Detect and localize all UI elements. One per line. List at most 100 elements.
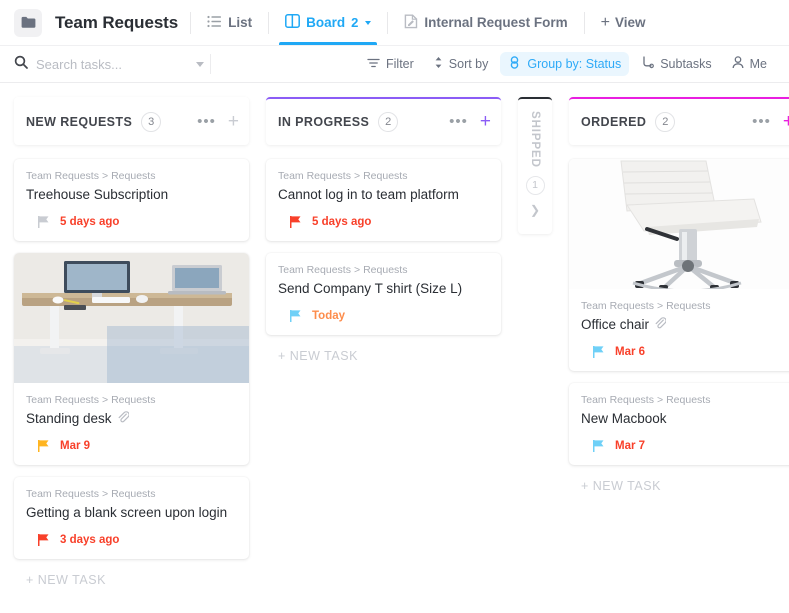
- due-date[interactable]: 5 days ago: [60, 216, 119, 228]
- column-count: 2: [655, 112, 676, 132]
- due-date[interactable]: Mar 7: [615, 440, 645, 452]
- new-task-button[interactable]: + NEW TASK: [266, 347, 501, 363]
- priority-flag-icon[interactable]: [38, 439, 49, 452]
- group-by-button[interactable]: Group by: Status: [500, 52, 630, 76]
- sort-by-label: Sort by: [448, 57, 489, 71]
- chevron-down-icon[interactable]: [365, 20, 372, 25]
- person-icon: [732, 56, 744, 72]
- divider: [268, 11, 270, 34]
- tab-internal-request-form[interactable]: Internal Request Form: [400, 0, 571, 45]
- column-actions: ••• +: [449, 112, 491, 131]
- task-title[interactable]: Treehouse Subscription: [26, 187, 237, 204]
- breadcrumb-separator: >: [353, 263, 361, 276]
- breadcrumb-leaf: Requests: [666, 393, 711, 406]
- column-ordered: ORDERED 2 ••• + Team Requests > Requests Office…: [569, 97, 789, 493]
- task-card[interactable]: Team Requests > Requests Treehouse Subscrip…: [14, 159, 249, 241]
- column-add-task-icon[interactable]: +: [228, 112, 239, 131]
- task-card-body: Team Requests > Requests Treehouse Subscrip…: [14, 159, 249, 241]
- list-icon: [207, 15, 222, 31]
- task-meta: 3 days ago: [26, 533, 237, 546]
- task-card-body: Team Requests > Requests Standing desk Mar 9: [14, 383, 249, 465]
- priority-flag-icon[interactable]: [593, 439, 604, 452]
- breadcrumb-separator: >: [101, 487, 109, 500]
- task-card-body: Team Requests > Requests New Macbook Mar 7: [569, 383, 789, 465]
- search-icon: [14, 55, 28, 74]
- task-title-text: Send Company T shirt (Size L): [278, 280, 463, 296]
- task-card-body: Team Requests > Requests Cannot log in to t…: [266, 159, 501, 241]
- priority-flag-icon[interactable]: [290, 309, 301, 322]
- task-card-body: Team Requests > Requests Getting a blank sc…: [14, 477, 249, 559]
- board-icon: [285, 14, 301, 31]
- task-meta: Today: [278, 309, 489, 322]
- subtasks-label: Subtasks: [660, 57, 712, 71]
- new-task-button[interactable]: + NEW TASK: [569, 477, 789, 493]
- priority-flag-icon[interactable]: [593, 345, 604, 358]
- priority-flag-icon[interactable]: [290, 215, 301, 228]
- task-title[interactable]: Send Company T shirt (Size L): [278, 281, 489, 298]
- due-date[interactable]: Mar 6: [615, 346, 645, 358]
- divider: [387, 11, 389, 34]
- subtasks-icon: [641, 56, 655, 72]
- column-more-icon[interactable]: •••: [752, 114, 771, 129]
- chevron-right-icon[interactable]: ❯: [530, 204, 540, 216]
- column-collapsed-shipped[interactable]: SHIPPED 1 ❯: [518, 97, 552, 234]
- column-more-icon[interactable]: •••: [449, 114, 468, 129]
- task-card[interactable]: Team Requests > Requests Cannot log in to t…: [266, 159, 501, 241]
- column-header[interactable]: ORDERED 2 ••• +: [569, 97, 789, 145]
- task-card[interactable]: Team Requests > Requests Send Company T shi…: [266, 252, 501, 335]
- task-card[interactable]: Team Requests > Requests Getting a blank sc…: [14, 476, 249, 559]
- priority-flag-icon[interactable]: [38, 215, 49, 228]
- due-date[interactable]: 3 days ago: [60, 534, 119, 546]
- new-task-button[interactable]: + NEW TASK: [14, 571, 249, 587]
- search-box[interactable]: [14, 55, 204, 74]
- breadcrumb-leaf: Requests: [666, 300, 711, 312]
- tab-list[interactable]: List: [203, 0, 256, 45]
- column-add-task-icon[interactable]: +: [783, 112, 789, 131]
- search-input[interactable]: [36, 56, 166, 72]
- column-title: NEW REQUESTS: [26, 115, 133, 129]
- task-title-text: Cannot log in to team platform: [278, 187, 459, 202]
- subtasks-button[interactable]: Subtasks: [633, 52, 719, 76]
- column-in-progress: IN PROGRESS 2 ••• + Team Requests > Requests Ca…: [266, 97, 501, 363]
- task-card[interactable]: Team Requests > Requests New Macbook Mar 7: [569, 382, 789, 465]
- filter-button[interactable]: Filter: [359, 53, 422, 76]
- chevron-down-icon[interactable]: [196, 61, 204, 67]
- task-card[interactable]: Team Requests > Requests Office chair Mar 6: [569, 159, 789, 371]
- column-add-task-icon[interactable]: +: [480, 112, 491, 131]
- column-more-icon[interactable]: •••: [197, 114, 216, 129]
- breadcrumb-root: Team Requests: [26, 393, 99, 406]
- task-title[interactable]: Cannot log in to team platform: [278, 187, 489, 204]
- column-header[interactable]: NEW REQUESTS 3 ••• +: [14, 97, 249, 145]
- breadcrumb-leaf: Requests: [363, 170, 408, 182]
- column-new-requests: NEW REQUESTS 3 ••• + Team Requests > Requests T…: [14, 97, 249, 587]
- task-title-text: Getting a blank screen upon login: [26, 504, 228, 520]
- task-title[interactable]: Standing desk: [26, 411, 237, 428]
- task-meta: 5 days ago: [26, 215, 237, 228]
- task-title[interactable]: Office chair: [581, 317, 789, 334]
- breadcrumb-root: Team Requests: [581, 393, 654, 406]
- me-filter-button[interactable]: Me: [724, 52, 775, 76]
- due-date[interactable]: Mar 9: [60, 440, 90, 452]
- due-date[interactable]: Today: [312, 310, 345, 322]
- folder-icon[interactable]: [14, 8, 42, 37]
- sort-by-button[interactable]: Sort by: [426, 52, 497, 76]
- priority-flag-icon[interactable]: [38, 533, 49, 546]
- filter-icon: [367, 57, 380, 72]
- due-date[interactable]: 5 days ago: [312, 216, 371, 228]
- task-title[interactable]: New Macbook: [581, 411, 789, 428]
- task-title[interactable]: Getting a blank screen upon login: [26, 505, 237, 522]
- task-meta: Mar 6: [581, 345, 789, 358]
- divider: [210, 54, 211, 74]
- breadcrumb: Team Requests > Requests: [581, 394, 789, 406]
- tab-board[interactable]: Board 2: [279, 0, 378, 45]
- tab-internal-request-form-label: Internal Request Form: [424, 15, 568, 30]
- add-view-label: View: [615, 15, 646, 30]
- task-card[interactable]: Team Requests > Requests Standing desk Mar 9: [14, 252, 249, 465]
- column-header[interactable]: IN PROGRESS 2 ••• +: [266, 97, 501, 145]
- breadcrumb-separator: >: [101, 393, 109, 406]
- task-meta: Mar 9: [26, 439, 237, 452]
- top-bar: Team Requests List Board 2 Internal Requ…: [0, 0, 789, 45]
- breadcrumb-separator: >: [656, 393, 664, 406]
- breadcrumb: Team Requests > Requests: [278, 170, 489, 182]
- add-view-button[interactable]: + View: [601, 14, 646, 31]
